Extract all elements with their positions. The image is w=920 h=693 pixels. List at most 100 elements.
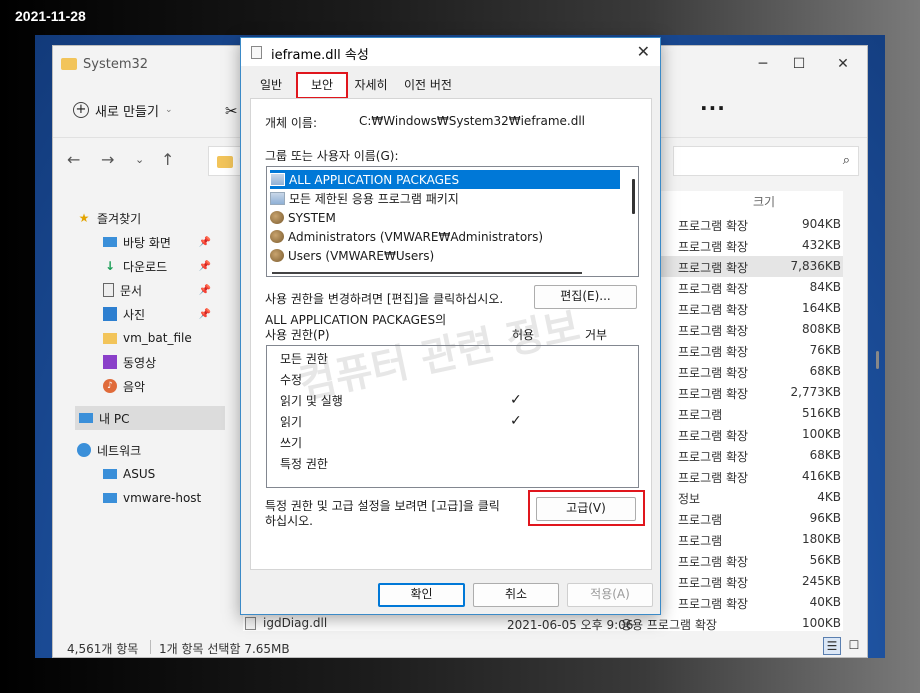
file-size: 68KB bbox=[809, 364, 841, 378]
allow-header: 허용 bbox=[512, 328, 535, 342]
file-size: 4KB bbox=[817, 490, 841, 504]
folder-icon bbox=[217, 156, 233, 168]
file-size: 68KB bbox=[809, 448, 841, 462]
tab-general[interactable]: 일반 bbox=[251, 73, 291, 97]
file-size: 76KB bbox=[809, 343, 841, 357]
group-item-administrators[interactable]: Administrators (VMWARE₩Administrators) bbox=[270, 227, 620, 246]
sidebar-item-favorites[interactable]: ★ 즐겨찾기 bbox=[77, 206, 247, 230]
explorer-title: System32 bbox=[83, 57, 149, 72]
ok-button[interactable]: 확인 bbox=[378, 583, 465, 607]
music-icon: ♪ bbox=[103, 379, 117, 393]
group-item-users[interactable]: Users (VMWARE₩Users) bbox=[270, 246, 620, 265]
group-item-restricted-packages[interactable]: 모든 제한된 응용 프로그램 패키지 bbox=[270, 189, 620, 208]
users-icon bbox=[270, 230, 284, 243]
groups-listbox[interactable]: ALL APPLICATION PACKAGES 모든 제한된 응용 프로그램 … bbox=[266, 166, 639, 277]
permission-row-read: 읽기 ✓ bbox=[280, 413, 620, 433]
sidebar-item-label: 내 PC bbox=[99, 411, 130, 426]
dialog-title: ieframe.dll 속성 bbox=[271, 48, 369, 63]
apply-button[interactable]: 적용(A) bbox=[567, 583, 653, 607]
sidebar-item-pictures[interactable]: 사진 📌 bbox=[103, 302, 223, 326]
network-icon bbox=[77, 443, 91, 457]
sidebar-item-label: 다운로드 bbox=[123, 259, 168, 274]
edit-button[interactable]: 편집(E)... bbox=[534, 285, 637, 309]
folder-icon bbox=[61, 58, 77, 70]
desktop-icon bbox=[103, 237, 117, 247]
minimize-button[interactable]: ─ bbox=[753, 54, 773, 74]
column-header-size[interactable]: 크기 bbox=[753, 193, 775, 215]
file-size: 40KB bbox=[809, 595, 841, 609]
monitor-icon bbox=[103, 493, 117, 503]
close-window-button[interactable]: ✕ bbox=[833, 54, 853, 74]
scrollbar-thumb[interactable] bbox=[876, 351, 879, 369]
sidebar-item-network[interactable]: 네트워크 bbox=[77, 438, 247, 462]
monitor-icon bbox=[103, 469, 117, 479]
maximize-button[interactable]: ☐ bbox=[789, 54, 809, 74]
back-arrow-icon[interactable]: ← bbox=[67, 150, 80, 169]
permission-name: 쓰기 bbox=[280, 436, 303, 450]
more-options-button[interactable]: ··· bbox=[700, 96, 726, 120]
sidebar-item-asus[interactable]: ASUS bbox=[103, 462, 223, 486]
group-name: SYSTEM bbox=[288, 210, 336, 225]
search-box[interactable]: ⌕ bbox=[673, 146, 859, 176]
file-type: 프로그램 확장 bbox=[678, 324, 749, 338]
package-icon bbox=[270, 173, 285, 186]
sidebar-item-vm-bat-file[interactable]: vm_bat_file bbox=[103, 326, 223, 350]
forward-arrow-icon[interactable]: → bbox=[101, 150, 114, 169]
chevron-down-icon: ⌄ bbox=[164, 105, 173, 115]
file-type: 프로그램 bbox=[678, 534, 723, 548]
file-size: 808KB bbox=[801, 322, 841, 336]
close-icon[interactable]: ✕ bbox=[637, 42, 650, 61]
sidebar-item-label: 사진 bbox=[123, 307, 146, 322]
tab-security[interactable]: 보안 bbox=[296, 72, 348, 99]
sidebar-item-documents[interactable]: 문서 📌 bbox=[103, 278, 223, 302]
dialog-titlebar: ieframe.dll 속성 ✕ bbox=[241, 38, 660, 66]
file-type: 프로그램 확장 bbox=[678, 597, 749, 611]
group-item-all-app-packages[interactable]: ALL APPLICATION PACKAGES bbox=[270, 170, 620, 189]
item-count: 4,561개 항목 bbox=[67, 642, 139, 656]
up-arrow-icon[interactable]: ↑ bbox=[161, 150, 174, 169]
tab-details[interactable]: 자세히 bbox=[349, 73, 393, 97]
group-name: 모든 제한된 응용 프로그램 패키지 bbox=[289, 192, 459, 206]
recent-locations-icon[interactable]: ⌄ bbox=[135, 153, 144, 166]
horizontal-scrollbar[interactable] bbox=[272, 272, 582, 274]
pin-icon[interactable]: 📌 bbox=[199, 237, 211, 248]
file-type: 프로그램 bbox=[678, 408, 723, 422]
permission-name: 모든 권한 bbox=[280, 352, 328, 366]
edit-hint: 사용 권한을 변경하려면 [편집]을 클릭하십시오. bbox=[265, 292, 504, 306]
tab-previous-versions[interactable]: 이전 버전 bbox=[396, 73, 460, 97]
file-type: 프로그램 확장 bbox=[678, 555, 749, 569]
sidebar-item-desktop[interactable]: 바탕 화면 📌 bbox=[103, 230, 223, 254]
cut-icon[interactable]: ✂ bbox=[225, 102, 238, 120]
permissions-list: 모든 권한 수정 읽기 및 실행 ✓ 읽기 ✓ 쓰기 특정 권한 bbox=[266, 345, 639, 488]
sidebar-item-downloads[interactable]: ↓ 다운로드 📌 bbox=[103, 254, 223, 278]
status-divider bbox=[150, 640, 151, 654]
sidebar-item-videos[interactable]: 동영상 bbox=[103, 350, 223, 374]
picture-icon bbox=[103, 307, 117, 321]
object-name-value: C:₩Windows₩System32₩ieframe.dll bbox=[359, 114, 586, 128]
file-size: 180KB bbox=[801, 532, 841, 546]
permission-name: 읽기 및 실행 bbox=[280, 394, 343, 408]
sidebar-item-vmware-host[interactable]: vmware-host bbox=[103, 486, 223, 510]
permission-name: 읽기 bbox=[280, 415, 303, 429]
star-icon: ★ bbox=[78, 211, 90, 225]
group-name: ALL APPLICATION PACKAGES bbox=[289, 172, 460, 187]
sidebar-item-this-pc[interactable]: 내 PC bbox=[75, 406, 225, 430]
details-view-button[interactable]: ☰ bbox=[823, 637, 841, 655]
permission-row-full-control: 모든 권한 bbox=[280, 350, 620, 370]
large-icons-view-button[interactable]: ☐ bbox=[845, 637, 863, 655]
permissions-label: 사용 권한(P) bbox=[265, 328, 330, 342]
new-button[interactable]: + 새로 만들기 ⌄ bbox=[73, 96, 172, 124]
pin-icon[interactable]: 📌 bbox=[199, 309, 211, 320]
cancel-button[interactable]: 취소 bbox=[473, 583, 559, 607]
file-type: 프로그램 확장 bbox=[678, 576, 749, 590]
sidebar-item-label: 동영상 bbox=[123, 355, 157, 370]
vertical-scrollbar[interactable] bbox=[632, 179, 635, 214]
pin-icon[interactable]: 📌 bbox=[199, 261, 211, 272]
sidebar-item-music[interactable]: ♪ 음악 bbox=[103, 374, 223, 398]
dll-file-icon bbox=[251, 46, 262, 59]
video-icon bbox=[103, 355, 117, 369]
sidebar-item-label: 문서 bbox=[120, 283, 143, 298]
pin-icon[interactable]: 📌 bbox=[199, 285, 211, 296]
file-size: 100KB bbox=[801, 616, 841, 630]
group-item-system[interactable]: SYSTEM bbox=[270, 208, 620, 227]
